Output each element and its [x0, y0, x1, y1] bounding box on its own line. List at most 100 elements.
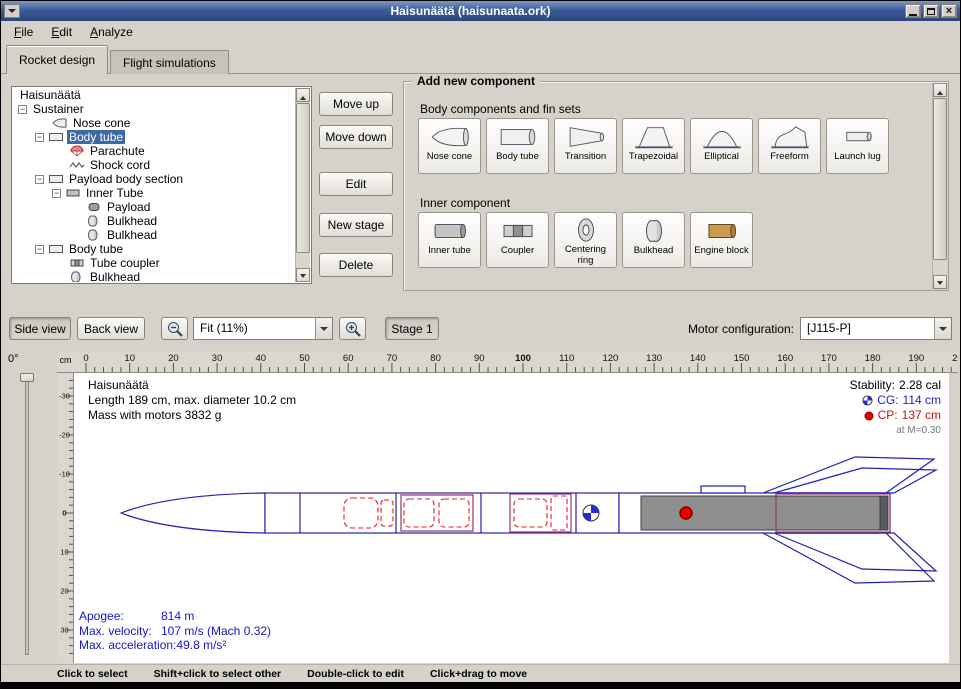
tree-item-inner-tube[interactable]: −Inner Tube [14, 186, 295, 200]
elliptical-fin-icon [700, 122, 744, 151]
tree-item-parachute[interactable]: Parachute [14, 144, 295, 158]
zoom-out-button[interactable] [161, 317, 188, 340]
add-nose-cone-button[interactable]: Nose cone [418, 118, 481, 174]
rotation-slider-handle[interactable] [20, 373, 34, 382]
tab-flight-simulations[interactable]: Flight simulations [110, 50, 229, 74]
svg-text:10: 10 [124, 353, 135, 364]
centering-ring-icon [564, 216, 608, 244]
bulkhead-icon [86, 215, 102, 227]
menu-file[interactable]: File [5, 22, 42, 42]
add-engine-block-button[interactable]: Engine block [690, 212, 753, 268]
scroll-up-icon[interactable] [933, 83, 947, 97]
tree-item-label: Sustainer [31, 102, 86, 116]
edit-button[interactable]: Edit [319, 172, 393, 196]
add-centering-ring-button[interactable]: Centering ring [554, 212, 617, 268]
scroll-up-icon[interactable] [296, 88, 310, 102]
tree-item-payload[interactable]: Payload [14, 200, 295, 214]
component-button-label: Elliptical [704, 152, 739, 162]
tree-expander-icon[interactable]: − [35, 245, 44, 254]
titlebar[interactable]: Haisunäätä (haisunaata.ork) × [1, 1, 960, 21]
tree-item-body-tube[interactable]: −Body tube [14, 242, 295, 256]
zoom-in-button[interactable] [339, 317, 366, 340]
horizontal-ruler: 0102030405060708090100110120130140150160… [74, 351, 958, 373]
scroll-down-icon[interactable] [296, 268, 310, 282]
cg-value: 114 cm [903, 393, 941, 408]
body-components-section-label: Body components and fin sets [420, 102, 581, 116]
rocket-canvas[interactable]: Haisunäätä Length 189 cm, max. diameter … [74, 373, 949, 663]
add-transition-button[interactable]: Transition [554, 118, 617, 174]
status-click-to-select: Click to select [57, 668, 128, 680]
vertical-ruler: -30-20-100102030 [57, 373, 74, 663]
new-stage-button[interactable]: New stage [319, 213, 393, 237]
tree-item-bulkhead[interactable]: Bulkhead [14, 228, 295, 242]
side-view-button[interactable]: Side view [9, 317, 71, 340]
tree-item-haisun-t[interactable]: Haisunäätä [14, 88, 295, 102]
chevron-down-icon[interactable] [934, 318, 951, 339]
menubar: File Edit Analyze [1, 21, 960, 43]
bulkhead-icon [69, 271, 85, 282]
component-panel-scrollbar[interactable] [932, 83, 947, 289]
fin-upper [763, 457, 934, 493]
max-velocity-row: Max. velocity:107 m/s (Mach 0.32) [79, 624, 271, 639]
trapezoidal-fin-icon [632, 122, 676, 151]
add-bulkhead-button[interactable]: Bulkhead [622, 212, 685, 268]
apogee-row: Apogee:814 m [79, 609, 271, 624]
add-component-title: Add new component [412, 74, 540, 88]
add-inner-tube-button[interactable]: Inner tube [418, 212, 481, 268]
move-down-button[interactable]: Move down [319, 125, 393, 149]
chevron-down-icon[interactable] [315, 318, 332, 339]
tree-scrollbar-thumb[interactable] [296, 103, 310, 253]
tree-expander-icon[interactable]: − [52, 189, 61, 198]
minimize-button[interactable] [905, 4, 921, 18]
zoom-select[interactable]: Fit (11%) [193, 317, 333, 340]
motor-configuration-select[interactable]: [J115-P] [800, 317, 952, 340]
svg-text:10: 10 [60, 548, 68, 557]
tree-item-label: Bulkhead [105, 228, 159, 242]
tree-item-label: Nose cone [71, 116, 132, 130]
tree-item-body-tube[interactable]: −Body tube [14, 130, 295, 144]
back-view-button[interactable]: Back view [77, 317, 145, 340]
add-trapezoidal-button[interactable]: Trapezoidal [622, 118, 685, 174]
rocket-name: Haisunäätä [88, 378, 296, 393]
mach-note: at M=0.30 [850, 423, 941, 438]
app-window: Haisunäätä (haisunaata.ork) × File Edit … [1, 1, 960, 682]
tab-rocket-design[interactable]: Rocket design [6, 45, 108, 74]
coupler-icon [69, 257, 85, 269]
tree-expander-icon[interactable]: − [18, 105, 27, 114]
tree-item-shock-cord[interactable]: Shock cord [14, 158, 295, 172]
add-coupler-button[interactable]: Coupler [486, 212, 549, 268]
tree-expander-icon[interactable]: − [35, 133, 44, 142]
add-elliptical-button[interactable]: Elliptical [690, 118, 753, 174]
tree-item-bulkhead[interactable]: Bulkhead [14, 270, 295, 282]
delete-button[interactable]: Delete [319, 253, 393, 277]
tree-item-nose-cone[interactable]: Nose cone [14, 116, 295, 130]
svg-text:50: 50 [299, 353, 310, 364]
add-launch-lug-button[interactable]: Launch lug [826, 118, 889, 174]
ruler-unit-label: cm [57, 351, 74, 373]
stability-label: Stability: [850, 378, 895, 393]
menu-analyze[interactable]: Analyze [81, 22, 142, 42]
add-freeform-button[interactable]: Freeform [758, 118, 821, 174]
shock-cord-icon [69, 159, 85, 171]
close-button[interactable]: × [941, 4, 957, 18]
tree-scrollbar[interactable] [295, 88, 310, 282]
tree-item-bulkhead[interactable]: Bulkhead [14, 214, 295, 228]
cp-marker [680, 507, 692, 519]
stage-1-toggle[interactable]: Stage 1 [385, 317, 439, 340]
menu-edit[interactable]: Edit [42, 22, 81, 42]
svg-text:180: 180 [865, 353, 881, 364]
add-body-tube-button[interactable]: Body tube [486, 118, 549, 174]
tree-item-payload-body-section[interactable]: −Payload body section [14, 172, 295, 186]
component-scrollbar-thumb[interactable] [933, 98, 947, 260]
maximize-button[interactable] [923, 4, 939, 18]
tree-expander-icon[interactable]: − [35, 175, 44, 184]
move-up-button[interactable]: Move up [319, 92, 393, 116]
scroll-down-icon[interactable] [933, 275, 947, 289]
tree-item-tube-coupler[interactable]: Tube coupler [14, 256, 295, 270]
svg-text:0: 0 [83, 353, 88, 364]
status-click-drag: Click+drag to move [430, 668, 527, 680]
tree-item-sustainer[interactable]: −Sustainer [14, 102, 295, 116]
rotation-slider[interactable] [25, 373, 29, 655]
window-title: Haisunäätä (haisunaata.ork) [41, 4, 900, 18]
window-menu-icon[interactable] [4, 4, 20, 18]
